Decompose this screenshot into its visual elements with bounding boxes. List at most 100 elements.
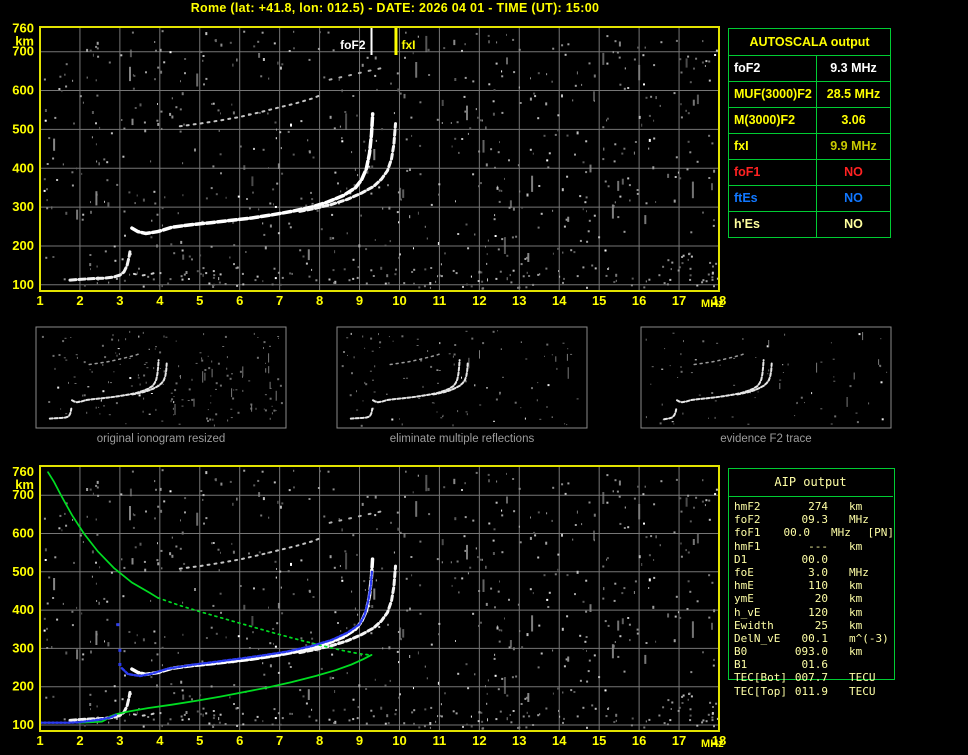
svg-text:500: 500	[12, 121, 34, 136]
parameter-label: ftEs	[729, 186, 817, 211]
parameter-label: Ewidth	[734, 618, 774, 632]
autoscala-row-foF1: foF1 NO	[729, 160, 890, 186]
autoscala-table-title: AUTOSCALA output	[729, 29, 890, 56]
svg-text:600: 600	[12, 83, 34, 98]
aip-row-ymE: ymE 20 km	[734, 592, 894, 605]
marker-line-foF2	[370, 28, 373, 55]
mini-trace-F2_ordinary	[372, 359, 461, 404]
autoscala-row-M(3000)F2: M(3000)F2 3.06	[729, 108, 890, 134]
parameter-value: 01.6	[801, 658, 828, 672]
svg-text:500: 500	[12, 564, 34, 579]
autoscala-table-rows: foF2 9.3 MHz MUF(3000)F2 28.5 MHz M(3000)F2 3…	[729, 56, 890, 237]
parameter-value: MHz	[848, 513, 869, 527]
svg-text:7: 7	[276, 733, 283, 748]
mini-trace-E_cusp	[663, 408, 678, 421]
trace-F2_extraordinary	[298, 122, 397, 213]
mini-trace-E_region	[48, 407, 73, 420]
svg-text:3: 3	[116, 733, 123, 748]
parameter-label: TEC[Bot]	[734, 671, 787, 685]
svg-text:km: km	[15, 477, 34, 492]
aip-row-TEC[Top]: TEC[Top] 011.9 TECU	[734, 685, 894, 698]
svg-text:300: 300	[12, 199, 34, 214]
parameter-label: fxI	[729, 134, 817, 159]
parameter-value: km	[848, 539, 863, 553]
svg-text:15: 15	[592, 733, 606, 748]
aip-table-rows: hmF2 274 km foF2 09.3 MHz foF1 00.0 MHz [PN] hmF1-…	[734, 500, 894, 698]
aip-row-foE: foE 3.0 MHz	[734, 566, 894, 579]
trace-E_region	[68, 250, 132, 282]
svg-text:15: 15	[592, 293, 606, 308]
marker-label-foF2: foF2	[340, 38, 366, 52]
plot-area	[40, 27, 719, 291]
grid	[40, 27, 719, 291]
parameter-value: 120	[808, 605, 828, 619]
parameter-value: [PN]	[867, 526, 894, 540]
parameter-value: km	[848, 618, 863, 632]
plot-area	[40, 466, 719, 731]
svg-text:km: km	[15, 33, 34, 48]
parameter-label: hmF2	[734, 500, 761, 513]
trace-multiple_reflection_2	[328, 65, 389, 81]
parameter-label: h_vE	[734, 605, 761, 619]
trace-profile_topside_dotted	[156, 596, 371, 656]
parameter-value: m^(-3)	[848, 631, 889, 645]
parameter-label: foF1	[734, 526, 761, 540]
trace-multiple_reflection_2	[328, 509, 389, 524]
parameter-value: 274	[808, 500, 828, 513]
aip-row-hmF1: hmF1 --- km	[734, 540, 894, 553]
autoscala-row-foF2: foF2 9.3 MHz	[729, 56, 890, 82]
svg-text:10: 10	[392, 733, 406, 748]
svg-text:2: 2	[76, 293, 83, 308]
panel-caption-eliminate: eliminate multiple reflections	[389, 433, 535, 445]
marker-label-fxI: fxI	[401, 38, 415, 52]
parameter-value: 3.06	[841, 113, 866, 127]
mini-panel-frame	[35, 326, 287, 429]
svg-text:400: 400	[12, 602, 34, 617]
mini-panel-frame	[640, 326, 892, 429]
svg-text:100: 100	[12, 277, 34, 292]
parameter-label: h'Es	[729, 212, 817, 237]
trace-multiple_reflection	[178, 536, 323, 570]
svg-text:10: 10	[392, 293, 406, 308]
parameter-label: TEC[Top]	[734, 684, 787, 698]
mini-panel-0	[35, 326, 287, 429]
parameter-value: 110	[808, 579, 828, 593]
parameter-label: D1	[734, 552, 748, 566]
parameter-value: km	[848, 605, 863, 619]
parameter-label: foF1	[729, 160, 817, 185]
grid	[40, 466, 719, 731]
svg-text:6: 6	[236, 293, 243, 308]
svg-text:100: 100	[12, 717, 34, 732]
svg-text:5: 5	[196, 293, 203, 308]
parameter-label: MUF(3000)F2	[729, 82, 817, 107]
parameter-value: km	[848, 645, 863, 659]
svg-text:1: 1	[36, 733, 43, 748]
parameter-value: 9.3 MHz	[830, 61, 877, 75]
bottom-ionogram: 760700600500400300200100km1 2 3 4 5 6 7 8 9 10 11 1…	[12, 464, 726, 750]
parameter-label: hmE	[734, 579, 754, 593]
mini-trace-F2_ordinary	[676, 359, 765, 404]
parameter-value: TECU	[848, 684, 876, 698]
chart-frame	[39, 26, 720, 292]
mini-panel-2	[640, 326, 892, 429]
parameter-value: 28.5 MHz	[826, 87, 881, 101]
svg-text:2: 2	[76, 733, 83, 748]
svg-text:400: 400	[12, 160, 34, 175]
mini-trace-multiple_reflection	[389, 352, 442, 366]
trace-profile_topside_solid	[47, 471, 159, 599]
parameter-value: 9.9 MHz	[830, 139, 877, 153]
svg-text:11: 11	[433, 293, 447, 308]
autoscala-output-table: AUTOSCALA output foF2 9.3 MHz MUF(3000)F2 2…	[728, 28, 891, 238]
parameter-label: M(3000)F2	[729, 108, 817, 133]
marker-line-fxI	[394, 28, 398, 55]
parameter-value: 25	[814, 618, 828, 632]
aip-row-hmF2: hmF2 274 km	[734, 500, 894, 513]
parameter-label: foF2	[729, 56, 817, 81]
trace-F2_ordinary	[130, 112, 375, 236]
autoscala-window: Rome (lat: +41.8, lon: 012.5) - DATE: 20…	[0, 0, 968, 755]
aip-row-DelN_vE: DelN_vE 00.1 m^(-3)	[734, 632, 894, 645]
parameter-label: foE	[734, 565, 754, 579]
parameter-value: 00.0	[783, 526, 811, 540]
autoscala-row-h'Es: h'Es NO	[729, 212, 890, 237]
svg-text:17: 17	[672, 733, 686, 748]
